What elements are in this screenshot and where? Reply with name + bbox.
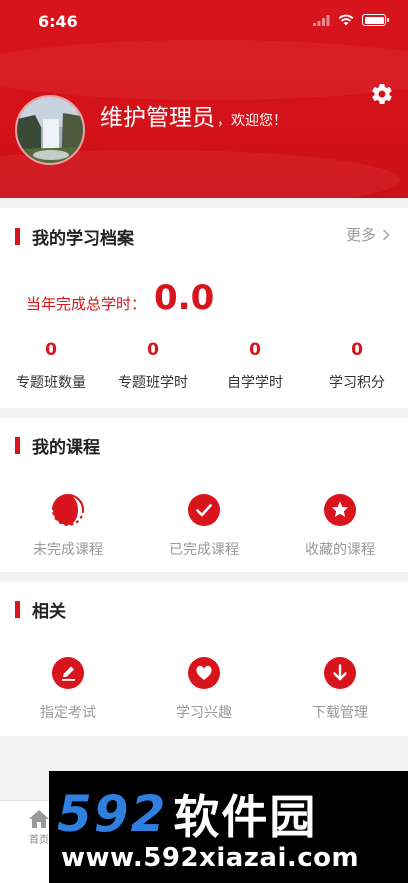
star-icon: [324, 494, 356, 526]
total-hours-label: 当年完成总学时：: [26, 295, 147, 313]
header-decoration: [0, 40, 408, 100]
user-name: 维护管理员: [100, 105, 215, 131]
stat-value: 0: [351, 340, 363, 360]
section-title-courses: 我的课程: [32, 438, 100, 458]
related-label: 下载管理: [312, 705, 368, 721]
stat-item[interactable]: 0 自学学时: [204, 340, 306, 392]
avatar[interactable]: [15, 95, 85, 165]
tab-home-label: 首页: [29, 835, 49, 846]
wifi-icon: [338, 14, 354, 26]
stat-item[interactable]: 0 学习积分: [306, 340, 408, 392]
study-interests-button[interactable]: 学习兴趣: [136, 656, 272, 722]
related-label: 指定考试: [40, 705, 96, 721]
stat-label: 专题班学时: [118, 375, 188, 391]
profile-header: 6:46 维护管理员 ，欢迎您！: [0, 0, 408, 198]
total-hours: 当年完成总学时： 0.0: [26, 278, 214, 318]
course-label: 收藏的课程: [305, 542, 375, 558]
section-marker: [15, 601, 20, 618]
download-management-button[interactable]: 下载管理: [272, 656, 408, 722]
pen-icon: [52, 657, 84, 689]
section-title-related: 相关: [32, 602, 66, 622]
chevron-right-icon: [382, 228, 390, 241]
watermark-banner: 592 软件园 www.592xiazai.com: [49, 771, 408, 883]
battery-icon: [362, 14, 389, 26]
related-label: 学习兴趣: [176, 705, 232, 721]
more-link[interactable]: 更多: [346, 224, 390, 245]
section-marker: [15, 228, 20, 245]
section-title-archive: 我的学习档案: [32, 229, 134, 249]
stat-label: 学习积分: [329, 375, 385, 391]
settings-gear-icon[interactable]: [370, 82, 394, 106]
more-label: 更多: [345, 226, 376, 244]
stat-value: 0: [45, 340, 57, 360]
check-icon: [188, 494, 220, 526]
my-courses-card: 我的课程 未完成课程 已完成课程 收藏的课程: [0, 418, 408, 572]
course-label: 未完成课程: [33, 542, 103, 558]
watermark-brand: 软件园: [173, 790, 318, 844]
heart-icon: [188, 657, 220, 689]
finished-courses-button[interactable]: 已完成课程: [136, 493, 272, 559]
status-bar: 6:46: [0, 0, 408, 44]
related-card: 相关 指定考试 学习兴趣 下载管理: [0, 582, 408, 736]
watermark-url: www.592xiazai.com: [61, 843, 360, 873]
tab-home[interactable]: 首页: [28, 809, 50, 846]
stat-value: 0: [147, 340, 159, 360]
welcome-text: ，欢迎您！: [217, 113, 287, 129]
total-hours-value: 0.0: [154, 278, 215, 318]
favorite-courses-button[interactable]: 收藏的课程: [272, 493, 408, 559]
study-archive-card: 我的学习档案 更多 当年完成总学时： 0.0 0 专题班数量 0 专题班学时 0…: [0, 208, 408, 408]
signal-icon: [313, 14, 330, 26]
status-time: 6:46: [38, 12, 78, 31]
stat-item[interactable]: 0 专题班学时: [102, 340, 204, 392]
stat-label: 自学学时: [227, 375, 283, 391]
assigned-exams-button[interactable]: 指定考试: [0, 656, 136, 722]
section-marker: [15, 437, 20, 454]
stats-row: 0 专题班数量 0 专题班学时 0 自学学时 0 学习积分: [0, 340, 408, 392]
course-label: 已完成课程: [169, 542, 239, 558]
half-circle-icon: [52, 494, 84, 526]
stat-value: 0: [249, 340, 261, 360]
download-icon: [324, 657, 356, 689]
home-icon: [29, 810, 49, 828]
stat-item[interactable]: 0 专题班数量: [0, 340, 102, 392]
watermark-number: 592: [57, 785, 168, 843]
unfinished-courses-button[interactable]: 未完成课程: [0, 493, 136, 559]
stat-label: 专题班数量: [16, 375, 86, 391]
